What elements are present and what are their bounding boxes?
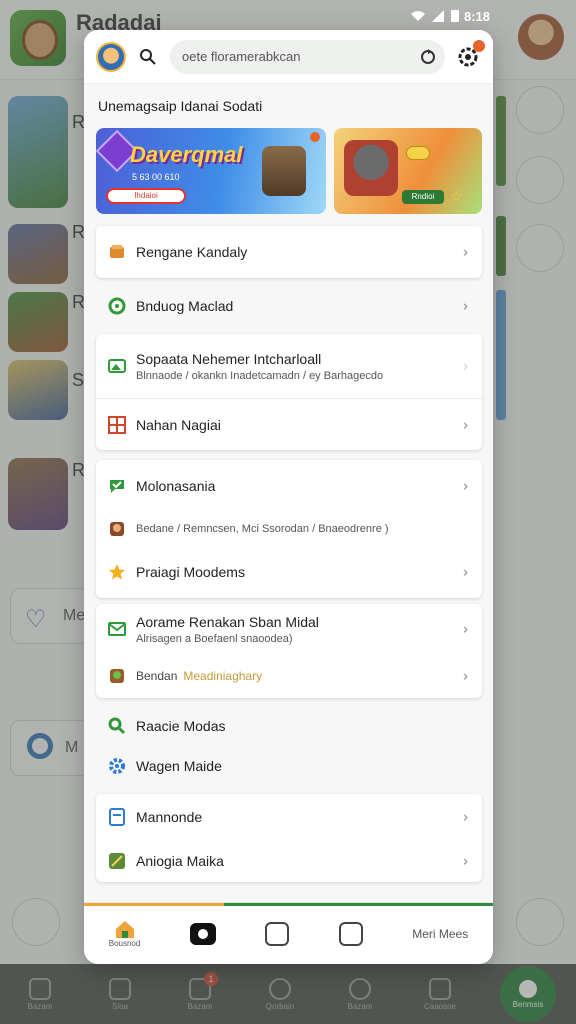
doc-icon [109, 808, 125, 826]
promo-banner-side[interactable]: Rndioi ☆ [334, 128, 482, 214]
magnify-icon [108, 717, 126, 735]
avatar[interactable] [96, 41, 126, 72]
menu-item[interactable]: Raacie Modas [96, 706, 482, 746]
star-icon[interactable]: ☆ [450, 188, 463, 205]
hero-icon [110, 669, 124, 683]
chevron-right-icon: › [463, 852, 468, 870]
promo-banner-main[interactable]: Daverqmal 5 63 00 610 Ihdaioi [96, 128, 326, 214]
more-link[interactable]: Meri Mees [412, 927, 468, 941]
banner-button[interactable]: Rndioi [402, 190, 444, 204]
sheet-bottom-bar: Bousnod Meri Mees [84, 902, 493, 964]
menu-item[interactable]: Aorame Renakan Sban Midal Alrisagen a Bo… [96, 604, 482, 654]
sticker-icon[interactable] [265, 921, 290, 946]
heart-box-icon[interactable] [338, 921, 363, 946]
chevron-right-icon: › [463, 416, 468, 433]
character-illustration [262, 146, 306, 196]
status-bar: 8:18 [0, 0, 576, 30]
tab-indicator [84, 903, 493, 906]
chevron-right-icon: › [463, 243, 468, 261]
menu-item-label: Bedane / Remncsen, Mci Ssorodan / Bnaeod… [136, 523, 389, 535]
sheet-header [84, 30, 493, 84]
menu-item[interactable]: Aniogia Maika › [96, 840, 482, 882]
camera-icon[interactable] [189, 922, 216, 945]
coin-icon [406, 146, 430, 160]
image-icon [108, 359, 126, 373]
menu-item[interactable]: Sopaata Nehemer Intcharloall Blnnaode / … [96, 334, 482, 398]
menu-row: Raacie Modas Wagen Maide [96, 706, 482, 786]
status-icons [410, 9, 460, 23]
mail-icon [108, 622, 126, 636]
menu-item-label: Rengane Kandaly [136, 244, 248, 260]
menu-item-label: Wagen Maide [136, 758, 222, 774]
chat-icon [110, 480, 124, 493]
menu-item[interactable]: Rengane Kandaly › [96, 226, 482, 278]
tab-label: Bousnod [108, 939, 141, 948]
menu-card: Aorame Renakan Sban Midal Alrisagen a Bo… [96, 604, 482, 698]
refresh-icon[interactable] [419, 48, 437, 66]
menu-item-label: Aniogia Maika [136, 853, 224, 869]
menu-item[interactable]: Molonasania › [96, 460, 482, 512]
search-icon[interactable] [136, 45, 160, 69]
menu-item-label: Praiagi Moodems [136, 564, 245, 580]
status-time: 8:18 [463, 9, 490, 24]
menu-item-sublabel: Alrisagen a Boefaenl snaoodea) [136, 632, 293, 645]
chevron-right-icon: › [463, 297, 468, 315]
menu-card: Sopaata Nehemer Intcharloall Blnnaode / … [96, 334, 482, 450]
settings-button[interactable] [455, 39, 485, 70]
menu-card: Mannonde › Aniogia Maika › [96, 794, 482, 882]
search-input[interactable] [170, 39, 445, 74]
menu-card: Molonasania › Bedane / Remncsen, Mci Sso… [96, 460, 482, 598]
menu-item[interactable]: Nahan Nagiai › [96, 398, 482, 450]
chevron-right-icon: › [463, 563, 468, 581]
menu-item-label: Bendan [136, 669, 178, 683]
location-icon [108, 297, 126, 315]
banner-button[interactable]: Ihdaioi [106, 188, 186, 204]
character-icon [110, 522, 124, 536]
banner-subtitle: 5 63 00 610 [132, 172, 180, 182]
notification-badge-dot [310, 132, 320, 142]
menu-sheet: Unemagsaip Idanai Sodati Daverqmal 5 63 … [84, 30, 493, 964]
wifi-icon [411, 11, 425, 21]
menu-item-label: Molonasania [136, 478, 216, 494]
menu-row: Bnduog Maclad › [96, 280, 482, 332]
menu-item[interactable]: Bnduog Maclad › [96, 280, 482, 332]
menu-item-label: Nahan Nagiai [136, 416, 221, 433]
menu-item-accent: Meadiniaghary [183, 669, 263, 683]
menu-item[interactable]: Bendan Meadiniaghary › [96, 654, 482, 698]
chevron-right-icon: › [463, 357, 468, 375]
grid-icon [108, 415, 126, 434]
tab-home[interactable]: Bousnod [108, 919, 141, 948]
home-icon [115, 921, 134, 938]
menu-item-sublabel: Blnnaode / okankn Inadetcamadn / ey Barh… [136, 369, 384, 382]
menu-item[interactable]: Mannonde › [96, 794, 482, 840]
menu-item[interactable]: Praiagi Moodems › [96, 546, 482, 598]
menu-item[interactable]: Wagen Maide [96, 746, 482, 786]
chevron-right-icon: › [463, 620, 468, 638]
search-field-wrap [170, 39, 445, 74]
menu-item-label: Aorame Renakan Sban Midal [136, 613, 319, 630]
menu-item-label: Sopaata Nehemer Intcharloall [136, 350, 322, 367]
banner-title: Daverqmal [130, 142, 243, 167]
menu-card: Rengane Kandaly › [96, 226, 482, 278]
chevron-right-icon: › [463, 808, 468, 826]
battery-icon [451, 10, 459, 22]
section-title: Unemagsaip Idanai Sodati [98, 98, 263, 114]
signal-icon [432, 10, 444, 22]
menu-item-label: Raacie Modas [136, 718, 226, 734]
game-icon [109, 853, 125, 869]
menu-item-label: Bnduog Maclad [136, 298, 234, 314]
menu-item-label: Mannonde [136, 809, 203, 825]
box-icon [110, 245, 124, 258]
star-icon [109, 564, 125, 580]
gear-blue-icon [109, 758, 125, 774]
character-illustration [344, 140, 398, 196]
notification-badge-dot [473, 39, 485, 52]
menu-item[interactable]: Bedane / Remncsen, Mci Ssorodan / Bnaeod… [96, 512, 482, 546]
chevron-right-icon: › [463, 477, 468, 495]
chevron-right-icon: › [463, 667, 468, 685]
